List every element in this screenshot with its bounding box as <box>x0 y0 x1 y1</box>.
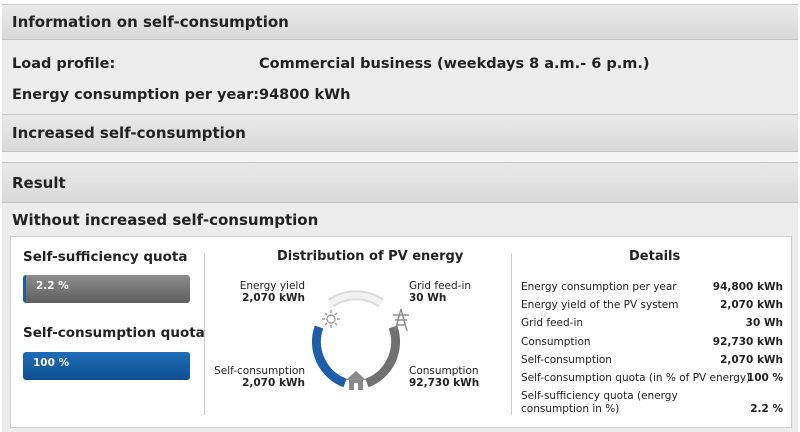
result-subheading: Without increased self-consumption <box>12 211 319 229</box>
grid-feed-in-value: 30 Wh <box>409 292 447 304</box>
self-sufficiency-bar: 2.2 % <box>23 275 190 303</box>
detail-row: Energy yield of the PV system 2,070 kWh <box>521 299 783 313</box>
detail-row: Consumption 92,730 kWh <box>521 336 783 350</box>
detail-value: 2,070 kWh <box>720 354 783 366</box>
detail-value: 2.2 % <box>750 403 783 415</box>
energy-consumption-label: Energy consumption per year: <box>12 87 260 103</box>
info-section-title: Information on self-consumption <box>12 13 289 31</box>
column-divider-right <box>511 253 512 415</box>
self-consumption-block: Self-consumption 2,070 kWh <box>209 365 305 389</box>
detail-value: 92,730 kWh <box>712 336 783 348</box>
load-profile-label: Load profile: <box>12 56 116 72</box>
detail-value: 100 % <box>746 372 783 384</box>
increased-section-title: Increased self-consumption <box>12 124 246 142</box>
detail-label: Self-consumption <box>521 354 612 366</box>
power-pylon-icon <box>393 308 409 332</box>
info-section-header[interactable]: Information on self-consumption <box>2 4 798 40</box>
result-section-header[interactable]: Result <box>2 162 798 203</box>
distribution-ring <box>311 290 409 390</box>
detail-row: Self-consumption 2,070 kWh <box>521 354 783 368</box>
consumption-arc <box>365 325 401 388</box>
increased-section-body <box>2 152 798 162</box>
detail-label: Consumption <box>521 336 591 348</box>
self-sufficiency-title: Self-sufficiency quota <box>23 249 188 265</box>
self-consumption-label: Self-consumption <box>214 365 305 377</box>
result-section-title: Result <box>12 173 66 192</box>
page: Information on self-consumption Load pro… <box>2 4 798 432</box>
detail-value: 94,800 kWh <box>712 281 783 293</box>
detail-label: Energy consumption per year <box>521 281 677 293</box>
self-consumption-value: 2,070 kWh <box>242 377 305 389</box>
grid-feed-in-label: Grid feed-in <box>409 280 472 292</box>
self-consumption-quota-title: Self-consumption quota <box>23 325 205 341</box>
grid-feed-in-block: Grid feed-in 30 Wh <box>409 280 489 304</box>
energy-consumption-value: 94800 kWh <box>259 87 351 103</box>
self-sufficiency-value: 2.2 % <box>36 280 69 292</box>
result-card: Self-sufficiency quota 2.2 % Self-consum… <box>10 236 792 428</box>
detail-label: Energy yield of the PV system <box>521 299 679 311</box>
energy-yield-block: Energy yield 2,070 kWh <box>231 280 305 304</box>
consumption-label: Consumption <box>409 365 479 377</box>
detail-value: 2,070 kWh <box>720 299 783 311</box>
self-consumption-quota-value: 100 % <box>33 357 70 369</box>
self-consumption-arc <box>311 325 347 388</box>
self-consumption-quota-bar: 100 % <box>23 352 190 380</box>
distribution-title: Distribution of PV energy <box>277 249 464 264</box>
load-profile-value: Commercial business (weekdays 8 a.m.- 6 … <box>259 56 650 72</box>
detail-row: Self-sufficiency quota (energy consumpti… <box>521 390 783 418</box>
consumption-value: 92,730 kWh <box>409 377 480 389</box>
house-icon <box>346 371 366 390</box>
column-divider-left <box>204 253 205 415</box>
detail-value: 30 Wh <box>745 317 783 329</box>
detail-row: Energy consumption per year 94,800 kWh <box>521 281 783 295</box>
increased-section-header[interactable]: Increased self-consumption <box>2 114 798 152</box>
detail-label: Grid feed-in <box>521 317 584 329</box>
consumption-block: Consumption 92,730 kWh <box>409 365 489 389</box>
sun-icon <box>322 310 340 328</box>
detail-label: Self-sufficiency quota (energy consumpti… <box>521 390 678 415</box>
detail-row: Grid feed-in 30 Wh <box>521 317 783 331</box>
detail-row: Self-consumption quota (in % of PV energ… <box>521 372 783 386</box>
detail-label: Self-consumption quota (in % of PV energ… <box>521 372 751 384</box>
energy-yield-value: 2,070 kWh <box>242 292 305 304</box>
info-section-body: Load profile: Commercial business (weekd… <box>2 40 798 114</box>
details-title: Details <box>629 249 681 264</box>
energy-yield-label: Energy yield <box>239 280 305 292</box>
